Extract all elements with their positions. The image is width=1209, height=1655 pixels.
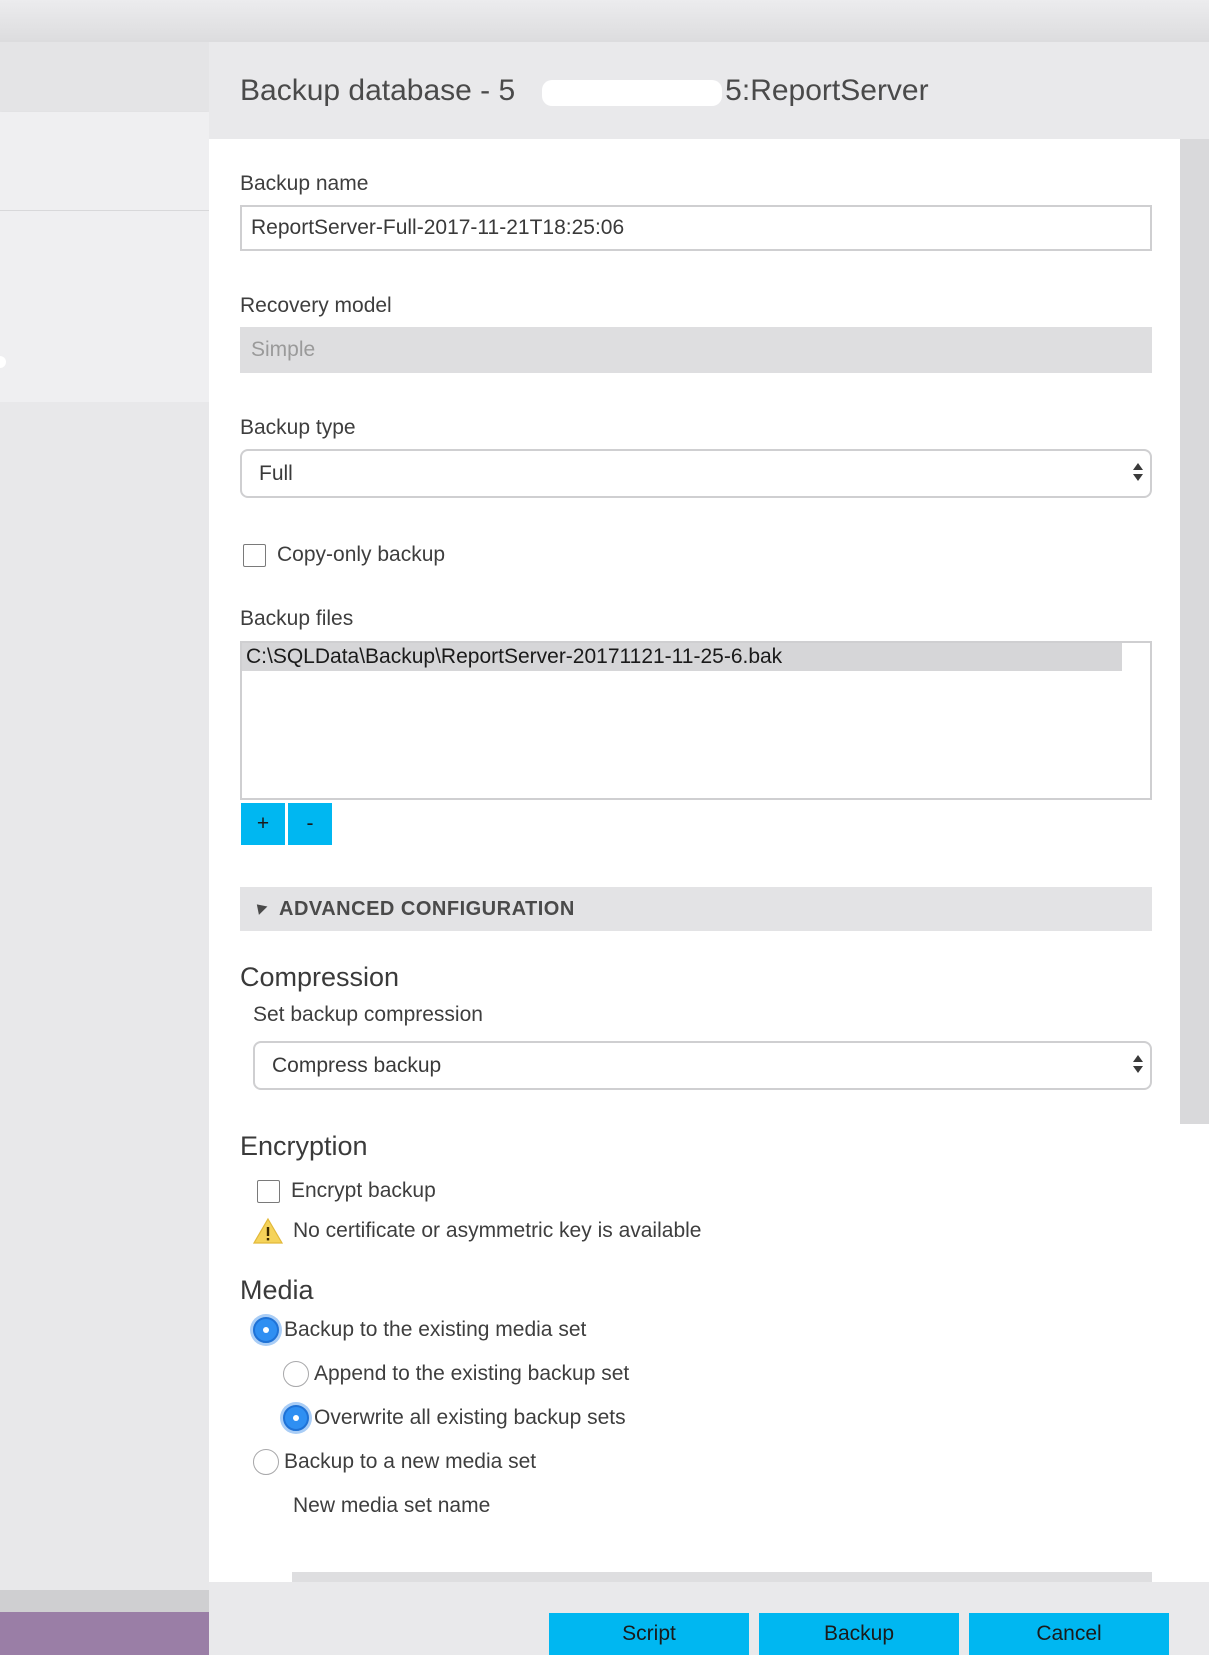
encrypt-backup-checkbox[interactable] [257, 1180, 280, 1203]
existing-media-radio[interactable] [253, 1317, 279, 1343]
advanced-configuration-label: ADVANCED CONFIGURATION [279, 898, 575, 920]
backup-type-select[interactable]: Full [240, 449, 1152, 498]
backup-type-value: Full [259, 462, 293, 485]
new-media-radio[interactable] [253, 1449, 279, 1475]
background-panel-header [0, 42, 209, 112]
compression-heading: Compression [240, 962, 400, 992]
encryption-heading: Encryption [240, 1131, 368, 1161]
backup-name-label: Backup name [240, 172, 369, 195]
add-file-button[interactable]: + [241, 803, 285, 845]
backup-button[interactable]: Backup [759, 1613, 959, 1655]
set-compression-label: Set backup compression [253, 1003, 483, 1026]
select-arrows-icon [1132, 463, 1144, 485]
scrollbar-thumb[interactable] [1180, 139, 1209, 1124]
cancel-button[interactable]: Cancel [969, 1613, 1169, 1655]
new-media-label: Backup to a new media set [284, 1450, 537, 1473]
overwrite-backup-radio[interactable] [283, 1405, 309, 1431]
new-media-name-label: New media set name [293, 1494, 491, 1517]
backup-files-label: Backup files [240, 607, 354, 630]
list-item[interactable]: C:\SQLData\Backup\ReportServer-20171121-… [242, 643, 1122, 671]
script-button[interactable]: Script [549, 1613, 749, 1655]
background-divider [0, 210, 209, 211]
copy-only-label: Copy-only backup [277, 543, 446, 566]
compression-value: Compress backup [272, 1054, 442, 1077]
advanced-configuration-toggle[interactable]: ADVANCED CONFIGURATION [240, 887, 1152, 931]
backup-files-list[interactable]: C:\SQLData\Backup\ReportServer-20171121-… [240, 641, 1152, 800]
background-status-strip [0, 1590, 209, 1612]
recovery-model-label: Recovery model [240, 294, 392, 317]
redaction-mask [542, 80, 722, 106]
overwrite-backup-label: Overwrite all existing backup sets [314, 1406, 626, 1429]
backup-name-input[interactable]: ReportServer-Full-2017-11-21T18:25:06 [240, 205, 1152, 251]
append-backup-label: Append to the existing backup set [314, 1362, 630, 1385]
backup-type-label: Backup type [240, 416, 356, 439]
warning-icon [253, 1217, 283, 1244]
media-heading: Media [240, 1275, 314, 1305]
compression-select[interactable]: Compress backup [253, 1041, 1152, 1090]
remove-file-button[interactable]: - [288, 803, 332, 845]
append-backup-radio[interactable] [283, 1361, 309, 1387]
expand-triangle-icon [252, 900, 268, 915]
window-title-bar [0, 0, 1209, 43]
new-media-name-input [292, 1572, 1152, 1582]
copy-only-checkbox[interactable] [243, 544, 266, 567]
dialog-header: Backup database - 5 5:ReportServer [209, 42, 1209, 139]
encryption-warning-text: No certificate or asymmetric key is avai… [293, 1219, 702, 1242]
backup-database-dialog: Backup database - 5 5:ReportServer Backu… [209, 42, 1209, 1655]
background-status-bar [0, 1612, 209, 1655]
recovery-model-field: Simple [240, 327, 1152, 373]
background-panel [0, 112, 209, 403]
background-area [0, 402, 209, 1590]
encrypt-backup-label: Encrypt backup [291, 1179, 436, 1202]
select-arrows-icon [1132, 1055, 1144, 1077]
existing-media-label: Backup to the existing media set [284, 1318, 587, 1341]
